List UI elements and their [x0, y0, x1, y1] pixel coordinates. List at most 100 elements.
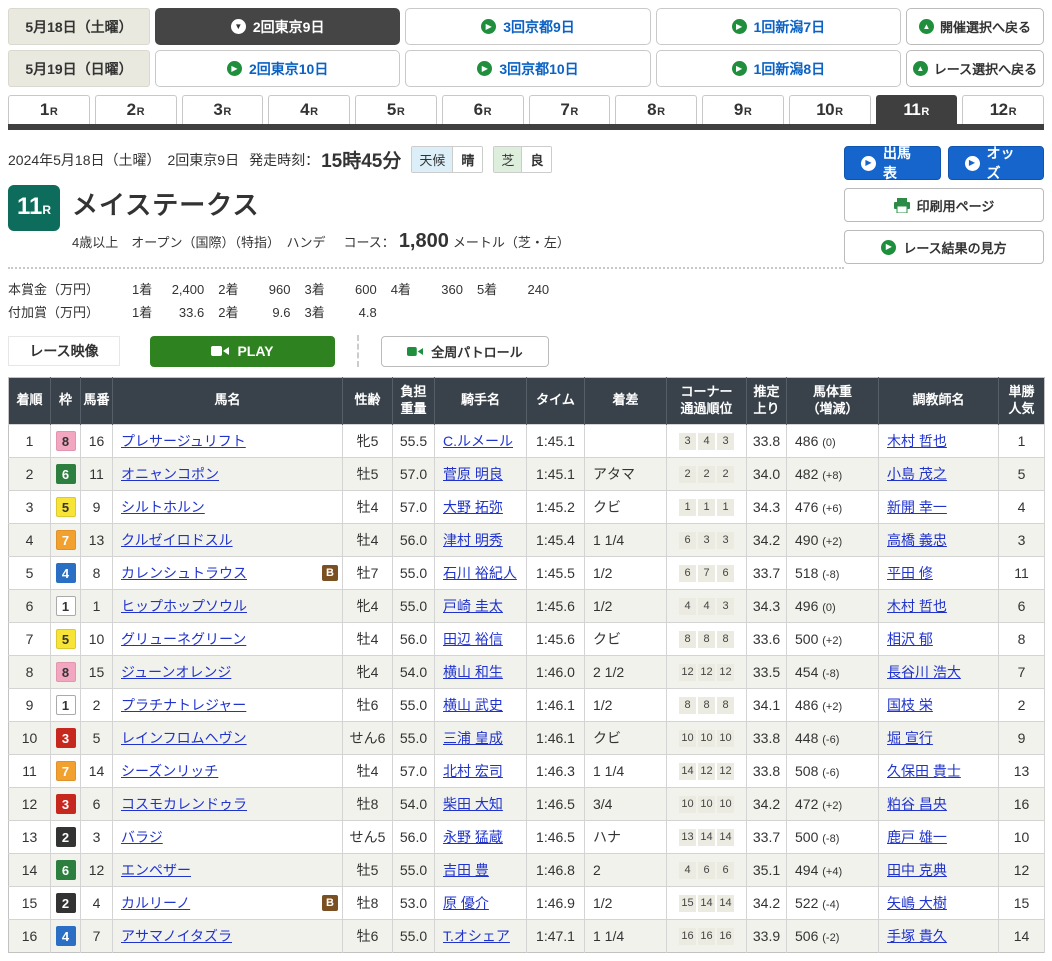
last-3f: 34.1	[747, 688, 787, 721]
horse-name-cell: カルリーノB	[113, 886, 343, 919]
trainer-link[interactable]: 手塚 貴久	[887, 928, 947, 944]
trainer-link[interactable]: 木村 哲也	[887, 433, 947, 449]
trainer-link[interactable]: 相沢 郁	[887, 631, 933, 647]
race-tab-11r[interactable]: 11R	[876, 95, 958, 124]
trainer-link[interactable]: 木村 哲也	[887, 598, 947, 614]
horse-name-link[interactable]: シーズンリッチ	[121, 761, 218, 781]
jockey-link[interactable]: 永野 猛蔵	[443, 829, 503, 845]
trainer-link[interactable]: 矢嶋 大樹	[887, 895, 947, 911]
horse-name-link[interactable]: レインフロムヘヴン	[121, 728, 247, 748]
entry-table-button[interactable]: ▶ 出馬表	[844, 146, 941, 180]
horse-name-link[interactable]: オニャンコポン	[121, 464, 219, 484]
race-tab-3r[interactable]: 3R	[182, 95, 264, 124]
race-tab-1r[interactable]: 1R	[8, 95, 90, 124]
horse-number: 13	[81, 523, 113, 556]
jockey-link[interactable]: T.オシェア	[443, 928, 510, 944]
race-tab-2r[interactable]: 2R	[95, 95, 177, 124]
race-tab-5r[interactable]: 5R	[355, 95, 437, 124]
back-button[interactable]: ▲開催選択へ戻る	[906, 8, 1044, 45]
jockey-link[interactable]: 北村 宏司	[443, 763, 503, 779]
horse-name-link[interactable]: プレサージュリフト	[121, 431, 246, 451]
jockey-cell: 大野 拓弥	[435, 490, 527, 523]
meeting-nav: 5月18日（土曜）▼2回東京9日▶3回京都9日▶1回新潟7日▲開催選択へ戻る 5月…	[8, 8, 1044, 87]
horse-name-link[interactable]: プラチナトレジャー	[121, 695, 246, 715]
horse-name-link[interactable]: バラジ	[121, 827, 163, 847]
trainer-cell: 矢嶋 大樹	[879, 886, 999, 919]
trainer-link[interactable]: 新開 幸一	[887, 499, 947, 515]
odds-button[interactable]: ▶ オッズ	[948, 146, 1045, 180]
jockey-link[interactable]: 津村 明秀	[443, 532, 503, 548]
meeting-button[interactable]: ▶2回東京10日	[155, 50, 400, 87]
trainer-link[interactable]: 平田 修	[887, 565, 933, 581]
corner-position: 14	[698, 829, 715, 846]
horse-name-link[interactable]: アサマノイタズラ	[121, 926, 232, 946]
horse-name-link[interactable]: カルリーノ	[121, 893, 190, 913]
jockey-link[interactable]: 横山 武史	[443, 697, 503, 713]
turf-label: 芝	[494, 147, 521, 172]
race-header: 2024年5月18日（土曜） 2回東京9日 発走時刻： 15時45分 天候 晴 …	[8, 146, 1044, 321]
trainer-link[interactable]: 粕谷 昌央	[887, 796, 947, 812]
race-tab-12r[interactable]: 12R	[962, 95, 1044, 124]
jockey-link[interactable]: 三浦 皇成	[443, 730, 503, 746]
meeting-button[interactable]: ▶1回新潟7日	[656, 8, 901, 45]
race-tab-4r[interactable]: 4R	[268, 95, 350, 124]
horse-name-link[interactable]: クルゼイロドスル	[121, 530, 233, 550]
race-tab-9r[interactable]: 9R	[702, 95, 784, 124]
results-guide-button[interactable]: ▶ レース結果の見方	[844, 230, 1044, 264]
jockey-link[interactable]: 原 優介	[443, 895, 489, 911]
frame-number: 4	[56, 563, 76, 583]
jockey-link[interactable]: 柴田 大知	[443, 796, 503, 812]
trainer-link[interactable]: 田中 克典	[887, 862, 947, 878]
patrol-video-button[interactable]: 全周パトロール	[381, 336, 549, 367]
result-row: 14612エンペザー牡555.0吉田 豊1:46.8246635.1494 (+…	[9, 853, 1045, 886]
horse-name-link[interactable]: エンペザー	[121, 860, 191, 880]
race-tab-7r[interactable]: 7R	[529, 95, 611, 124]
jockey-link[interactable]: 石川 裕紀人	[443, 565, 517, 581]
trainer-link[interactable]: 長谷川 浩大	[887, 664, 961, 680]
meeting-button[interactable]: ▼2回東京9日	[155, 8, 400, 45]
horse-weight: 496 (0)	[787, 589, 879, 622]
race-tab-10r[interactable]: 10R	[789, 95, 871, 124]
jockey-link[interactable]: 戸崎 圭太	[443, 598, 503, 614]
jockey-link[interactable]: 田辺 裕信	[443, 631, 503, 647]
horse-name-link[interactable]: カレンシュトラウス	[121, 563, 247, 583]
date-label: 5月19日（日曜）	[8, 50, 150, 87]
trainer-link[interactable]: 堀 宣行	[887, 730, 933, 746]
prize-pair: 4着360	[377, 279, 463, 298]
horse-name-link[interactable]: コスモカレンドゥラ	[121, 794, 247, 814]
date-label: 5月18日（土曜）	[8, 8, 150, 45]
trainer-link[interactable]: 小島 茂之	[887, 466, 947, 482]
meeting-button[interactable]: ▶3回京都9日	[405, 8, 650, 45]
print-page-button[interactable]: 印刷用ページ	[844, 188, 1044, 222]
corner-position: 6	[717, 565, 734, 582]
trainer-link[interactable]: 久保田 貴士	[887, 763, 961, 779]
trainer-link[interactable]: 高橋 義忠	[887, 532, 947, 548]
horse-name-cell: カレンシュトラウスB	[113, 556, 343, 589]
last-3f: 33.5	[747, 655, 787, 688]
meeting-button[interactable]: ▶1回新潟8日	[656, 50, 901, 87]
play-button[interactable]: PLAY	[150, 336, 335, 367]
jockey-cell: 菅原 明良	[435, 457, 527, 490]
trainer-link[interactable]: 国枝 栄	[887, 697, 933, 713]
race-tab-8r[interactable]: 8R	[615, 95, 697, 124]
jockey-link[interactable]: 菅原 明良	[443, 466, 503, 482]
meeting-button[interactable]: ▶3回京都10日	[405, 50, 650, 87]
win-popularity: 2	[999, 688, 1045, 721]
jockey-link[interactable]: C.ルメール	[443, 433, 513, 449]
printer-icon	[894, 198, 910, 213]
race-tab-6r[interactable]: 6R	[442, 95, 524, 124]
jockey-link[interactable]: 吉田 豊	[443, 862, 489, 878]
horse-name-link[interactable]: シルトホルン	[121, 497, 205, 517]
horse-weight: 508 (-6)	[787, 754, 879, 787]
result-row: 4713クルゼイロドスル牡456.0津村 明秀1:45.41 1/463334.…	[9, 523, 1045, 556]
column-header: 騎手名	[435, 378, 527, 425]
back-button[interactable]: ▲レース選択へ戻る	[906, 50, 1044, 87]
trainer-link[interactable]: 鹿戸 雄一	[887, 829, 947, 845]
horse-name-link[interactable]: ヒップホップソウル	[121, 596, 247, 616]
jockey-link[interactable]: 大野 拓弥	[443, 499, 503, 515]
jockey-link[interactable]: 横山 和生	[443, 664, 503, 680]
race-date: 2024年5月18日（土曜） 2回東京9日	[8, 150, 239, 170]
horse-name-link[interactable]: ジューンオレンジ	[121, 662, 231, 682]
horse-name-link[interactable]: グリューネグリーン	[121, 629, 246, 649]
arrow-right-icon: ▶	[861, 156, 876, 171]
